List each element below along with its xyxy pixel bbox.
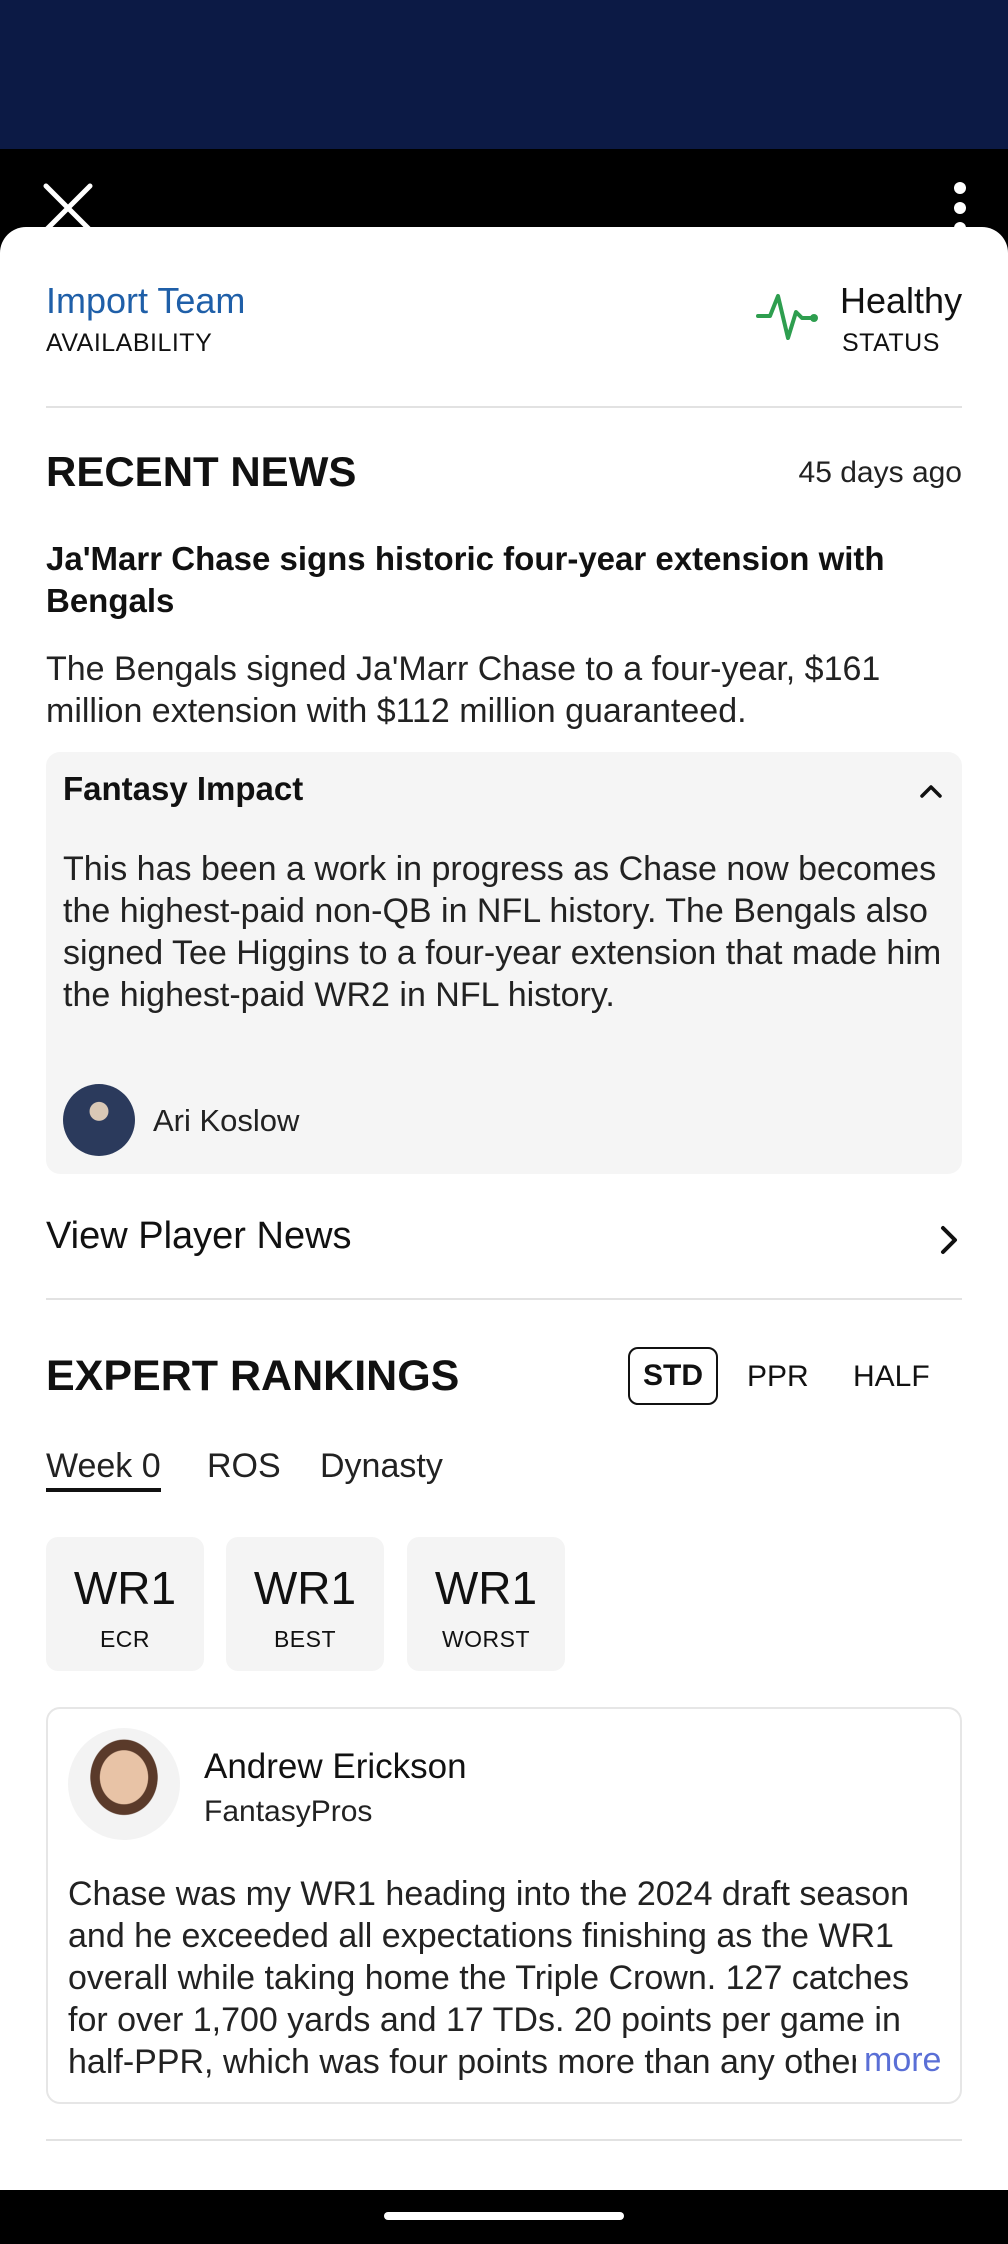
tab-ros[interactable]: ROS (207, 1447, 281, 1486)
availability-label: AVAILABILITY (46, 329, 213, 357)
fantasy-impact-text: This has been a work in progress as Chas… (63, 850, 942, 1014)
rank-value: WR1 (434, 1562, 538, 1614)
divider (46, 406, 962, 408)
format-half-button[interactable]: HALF (853, 1360, 930, 1394)
expert-rankings-title: EXPERT RANKINGS (46, 1352, 460, 1400)
modal-backdrop (0, 149, 1008, 229)
active-tab-indicator (46, 1488, 161, 1492)
rank-card-best: WR1 BEST (226, 1537, 384, 1671)
home-indicator[interactable] (384, 2212, 624, 2220)
news-headline[interactable]: Ja'Marr Chase signs historic four-year e… (46, 538, 962, 622)
more-link[interactable]: more (856, 2041, 942, 2080)
import-team-link[interactable]: Import Team (46, 280, 245, 322)
expert-take-text: Chase was my WR1 heading into the 2024 d… (68, 1875, 910, 2081)
rank-card-ecr: WR1 ECR (46, 1537, 204, 1671)
chevron-up-icon[interactable] (914, 776, 948, 806)
rank-value: WR1 (73, 1562, 177, 1614)
status-value: Healthy (840, 280, 963, 321)
divider (46, 2139, 962, 2141)
rank-value: WR1 (253, 1562, 357, 1614)
rank-label: ECR (99, 1626, 151, 1652)
app-header-bar (0, 0, 1008, 149)
format-std-button[interactable]: STD (628, 1347, 718, 1405)
chevron-right-icon[interactable] (936, 1220, 962, 1260)
view-player-news-link[interactable]: View Player News (46, 1215, 352, 1258)
avatar (63, 1084, 135, 1156)
news-summary: The Bengals signed Ja'Marr Chase to a fo… (46, 650, 881, 730)
heartbeat-icon (756, 286, 820, 346)
expert-org: FantasyPros (204, 1795, 373, 1828)
rank-card-worst: WR1 WORST (407, 1537, 565, 1671)
recent-news-title: RECENT NEWS (46, 448, 357, 495)
expert-name: Andrew Erickson (204, 1747, 467, 1786)
expert-avatar (68, 1728, 180, 1840)
fantasy-impact-title[interactable]: Fantasy Impact (63, 770, 303, 808)
news-age: 45 days ago (798, 456, 962, 489)
tab-dynasty[interactable]: Dynasty (320, 1447, 443, 1486)
rank-label: WORST (441, 1626, 531, 1652)
news-author: Ari Koslow (153, 1103, 300, 1138)
system-nav-bar (0, 2190, 1008, 2244)
format-ppr-button[interactable]: PPR (747, 1360, 809, 1394)
rank-label: BEST (273, 1626, 337, 1652)
status-label: STATUS (842, 329, 940, 357)
divider (46, 1298, 962, 1300)
tab-week[interactable]: Week 0 (46, 1447, 161, 1486)
